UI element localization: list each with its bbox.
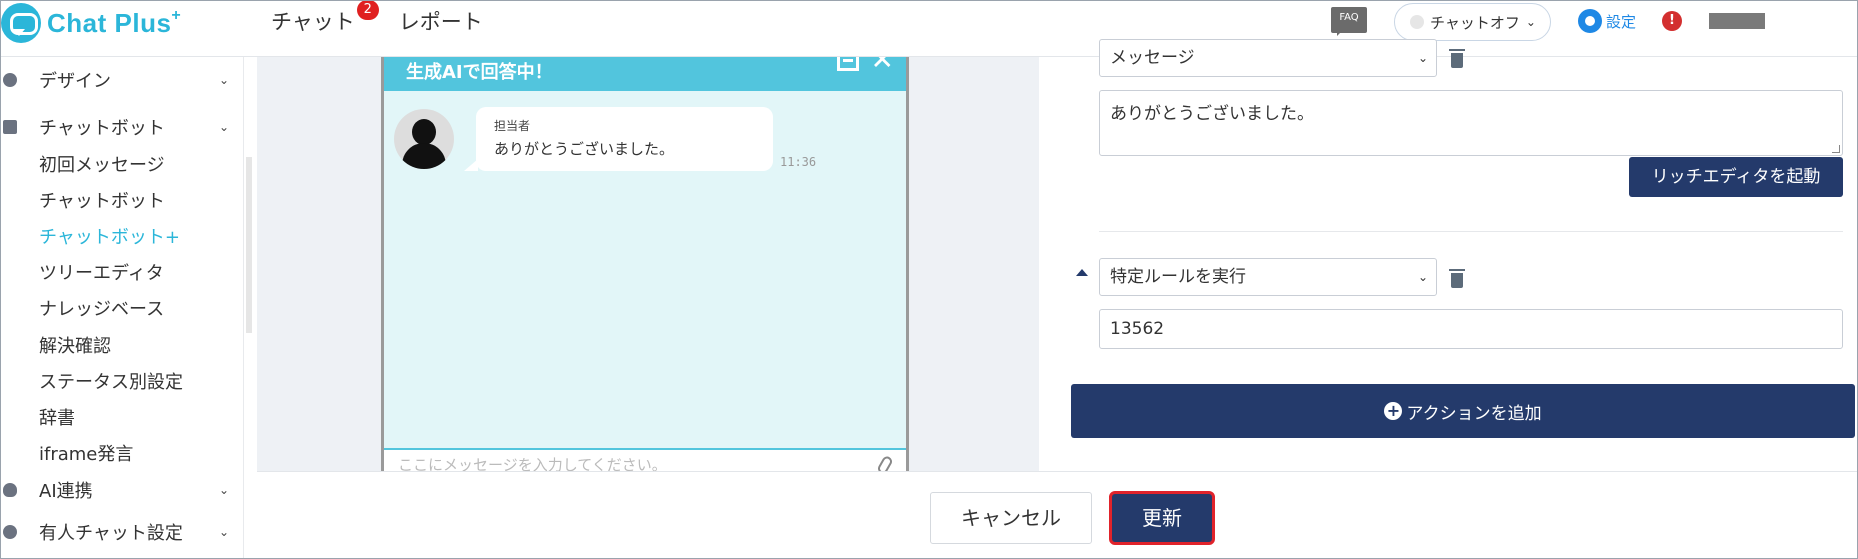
bulb-icon	[3, 483, 17, 497]
sidebar-item-tree-editor[interactable]: ツリーエディタ	[39, 259, 164, 285]
chat-status-label: チャットオフ	[1430, 13, 1520, 32]
preview-header-title: 生成AIで回答中！	[406, 62, 553, 83]
message-text: ありがとうございました。	[494, 140, 675, 158]
preview-message-input[interactable]: ここにメッセージを入力してください。	[384, 448, 906, 471]
nav-chat[interactable]: チャット 2	[271, 1, 379, 36]
agent-avatar	[394, 109, 454, 169]
sidebar-section-chatbot[interactable]: チャットボット ⌄	[1, 112, 243, 142]
rule-id-input[interactable]: 13562	[1099, 309, 1843, 349]
sidebar-section-label: チャットボット	[39, 118, 165, 139]
avatar-body	[402, 143, 446, 169]
cancel-button[interactable]: キャンセル	[930, 492, 1092, 544]
settings-label: 設定	[1606, 12, 1637, 31]
chevron-down-icon: ⌄	[1417, 51, 1428, 65]
sidebar: デザイン ⌄ チャットボット ⌄ 初回メッセージ チャットボット チャットボット…	[1, 57, 244, 558]
user-name-redacted[interactable]	[1709, 13, 1765, 29]
preview-header-icons: ✕	[836, 57, 894, 77]
add-action-button[interactable]: + アクションを追加	[1071, 384, 1855, 438]
nav-report[interactable]: レポート	[399, 6, 483, 36]
sidebar-item-resolution-check[interactable]: 解決確認	[39, 332, 111, 358]
sidebar-section-ai[interactable]: AI連携 ⌄	[1, 475, 243, 505]
sidebar-item-chatbot-plus[interactable]: チャットボット+	[39, 223, 180, 249]
sidebar-item-chatbot[interactable]: チャットボット	[39, 187, 165, 213]
sidebar-section-label: 有人チャット設定	[39, 523, 183, 544]
chevron-down-icon: ⌄	[218, 483, 229, 497]
top-header: Chat Plus+ チャット 2 レポート FAQ チャットオフ ⌄ 設定 !	[1, 1, 1857, 57]
action-type-select[interactable]: 特定ルールを実行 ⌄	[1099, 258, 1437, 296]
status-dot-icon	[1410, 15, 1424, 29]
trash-icon[interactable]	[1449, 269, 1465, 288]
sidebar-section-label: デザイン	[39, 71, 111, 92]
main-nav: チャット 2 レポート	[271, 1, 527, 41]
alert-icon[interactable]: !	[1662, 11, 1682, 31]
nav-report-label: レポート	[398, 10, 483, 34]
move-up-icon[interactable]	[1076, 269, 1088, 276]
sidebar-item-dictionary[interactable]: 辞書	[39, 404, 75, 430]
message-textarea[interactable]: ありがとうございました。	[1099, 90, 1843, 156]
agent-name: 担当者	[494, 119, 531, 133]
chevron-down-icon: ⌄	[218, 525, 229, 539]
sidebar-item-knowledge-base[interactable]: ナレッジベース	[39, 295, 164, 321]
sidebar-item-first-message[interactable]: 初回メッセージ	[39, 151, 165, 177]
logo-text: Chat Plus+	[47, 7, 182, 38]
minimize-icon[interactable]	[836, 57, 859, 71]
message-textarea-value: ありがとうございました。	[1110, 104, 1314, 124]
sidebar-scrollbar[interactable]	[246, 157, 252, 333]
chat-preview-widget: 生成AIで回答中！ ✕ 担当者 ありがとうございました。 11:36 ここにメッ…	[381, 57, 909, 471]
message-type-select[interactable]: メッセージ ⌄	[1099, 39, 1437, 77]
chat-icon	[3, 120, 17, 134]
sidebar-section-human-chat[interactable]: 有人チャット設定 ⌄	[1, 517, 243, 547]
chevron-down-icon: ⌄	[218, 73, 229, 87]
chevron-down-icon: ⌄	[218, 120, 229, 134]
chevron-down-icon: ⌄	[1525, 15, 1536, 29]
add-action-label: アクションを追加	[1406, 403, 1542, 424]
avatar-head	[412, 119, 436, 145]
trash-icon[interactable]	[1449, 49, 1465, 68]
launch-rich-editor-button[interactable]: リッチエディタを起動	[1629, 157, 1843, 197]
gear-icon	[1578, 9, 1602, 33]
app-window: Chat Plus+ チャット 2 レポート FAQ チャットオフ ⌄ 設定 !	[0, 0, 1858, 559]
faq-icon[interactable]: FAQ	[1331, 7, 1367, 36]
preview-header: 生成AIで回答中！ ✕	[384, 57, 906, 91]
message-time: 11:36	[780, 155, 817, 169]
resize-handle-icon[interactable]	[1832, 145, 1840, 153]
preview-messages: 担当者 ありがとうございました。 11:36	[384, 91, 906, 448]
palette-icon	[3, 73, 17, 87]
chat-count-badge: 2	[356, 1, 379, 20]
close-icon[interactable]: ✕	[871, 57, 894, 74]
chat-plus-logo-icon	[1, 3, 41, 43]
logo[interactable]: Chat Plus+	[1, 3, 181, 43]
input-placeholder: ここにメッセージを入力してください。	[398, 456, 667, 471]
section-divider	[1099, 231, 1843, 232]
chat-status-dropdown[interactable]: チャットオフ ⌄	[1394, 3, 1551, 41]
settings-link[interactable]: 設定	[1578, 9, 1636, 33]
action-type-value: 特定ルールを実行	[1110, 267, 1246, 287]
plus-circle-icon: +	[1384, 402, 1403, 420]
sidebar-item-iframe-message[interactable]: iframe発言	[39, 440, 133, 466]
nav-chat-label: チャット	[271, 10, 355, 34]
update-button[interactable]: 更新	[1109, 491, 1215, 545]
sidebar-item-status-settings[interactable]: ステータス別設定	[39, 368, 183, 394]
message-type-value: メッセージ	[1110, 48, 1195, 68]
message-bubble: 担当者 ありがとうございました。	[464, 107, 773, 171]
sidebar-section-design[interactable]: デザイン ⌄	[1, 65, 243, 95]
sidebar-section-label: AI連携	[39, 481, 93, 502]
person-icon	[3, 525, 17, 539]
paperclip-icon[interactable]	[876, 454, 894, 471]
chevron-down-icon: ⌄	[1417, 270, 1428, 284]
